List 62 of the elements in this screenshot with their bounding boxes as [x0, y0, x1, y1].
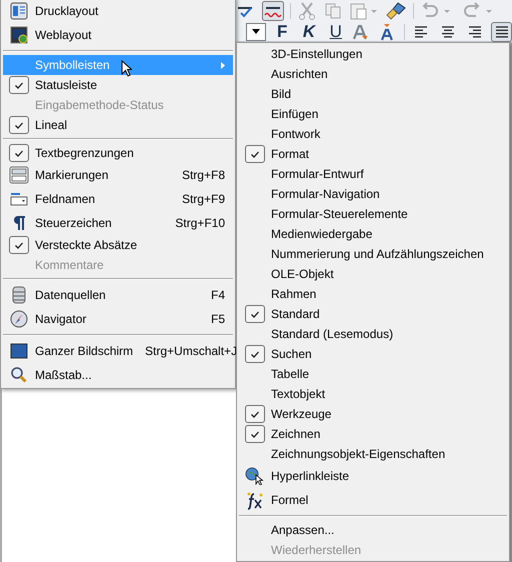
menu-item[interactable]: Steuerzeichen Strg+F10 [3, 211, 233, 235]
menu-item[interactable]: 3D-Einstellungen [239, 44, 507, 64]
format-button[interactable]: F [272, 22, 293, 42]
format-button[interactable]: K [298, 22, 320, 42]
menu-item[interactable]: Ausrichten [239, 64, 507, 84]
shortcut-text: F4 [210, 288, 225, 302]
menu-item[interactable]: Format [239, 144, 507, 164]
menu-item[interactable]: Maßstab... [3, 363, 233, 387]
shortcut-text: Strg+F8 [182, 168, 225, 182]
menu-item[interactable]: Hyperlinkleiste [239, 464, 507, 488]
menu-item[interactable]: Standard [239, 304, 507, 324]
shortcut-text: Strg+F9 [182, 192, 225, 206]
menu-item[interactable]: Fontwork [239, 124, 507, 144]
page-layout-icon [10, 2, 28, 20]
markings-icon [9, 166, 29, 184]
menu-item[interactable]: Zeichnen [239, 424, 507, 444]
menu-item[interactable]: Formular-Entwurf [239, 164, 507, 184]
menu-item[interactable]: Formular-Navigation [239, 184, 507, 204]
menu-item[interactable]: Bild [239, 84, 507, 104]
menu-item[interactable]: Tabelle [239, 364, 507, 384]
field-icon [10, 192, 28, 206]
auto-spellcheck-icon[interactable] [262, 0, 284, 20]
menu-item[interactable]: Einfügen [239, 104, 507, 124]
menu-item[interactable]: Formel [239, 488, 507, 512]
menu-item[interactable]: Drucklayout [3, 0, 233, 23]
menu-item[interactable]: Textobjekt [239, 384, 507, 404]
shortcut-text: Strg+F10 [175, 216, 225, 230]
menu-item[interactable]: Rahmen [239, 284, 507, 304]
align-justify-button[interactable] [491, 22, 512, 42]
format-button[interactable]: U [325, 22, 346, 42]
menu-item[interactable]: Nummerierung und Aufzählungszeichen [239, 244, 507, 264]
formula-icon [245, 490, 265, 510]
menu-item[interactable]: Versteckte Absätze [3, 235, 233, 255]
shortcut-text: F5 [210, 312, 225, 326]
zoom-icon [10, 366, 28, 384]
menu-item[interactable]: Zeichnungsobjekt-Eigenschaften [239, 444, 507, 464]
shortcut-text: Strg+Umschalt+J [145, 344, 238, 358]
dropdown-button[interactable] [246, 22, 266, 40]
screen-icon [10, 343, 28, 359]
database-icon [11, 286, 27, 304]
menu-item[interactable]: Navigator F5 [3, 307, 233, 331]
menu-item[interactable]: Statusleiste [3, 75, 233, 95]
globe-pointer-icon [245, 467, 265, 485]
menu-item[interactable]: Formular-Steuerelemente [239, 204, 507, 224]
menu-item[interactable]: Standard (Lesemodus) [239, 324, 507, 344]
caret-icon [252, 29, 260, 34]
formatting-marks-icon [12, 215, 26, 231]
mouse-pointer-icon [121, 60, 132, 77]
menu-item[interactable]: Markierungen Strg+F8 [3, 163, 233, 187]
compass-icon [10, 310, 28, 328]
menu-item[interactable]: Medienwiedergabe [239, 224, 507, 244]
menu-item[interactable]: Lineal [3, 115, 233, 135]
menu-item[interactable]: Weblayout [3, 23, 233, 47]
menu-item[interactable]: Anpassen... [239, 520, 507, 540]
menu-item[interactable]: Datenquellen F4 [3, 283, 233, 307]
menu-item[interactable]: OLE-Objekt [239, 264, 507, 284]
paintbrush-icon[interactable] [385, 0, 407, 20]
menu-item[interactable]: Werkzeuge [239, 404, 507, 424]
web-page-icon [10, 26, 28, 44]
menu-item[interactable]: Feldnamen Strg+F9 [3, 187, 233, 211]
menu-item[interactable]: Textbegrenzungen [3, 143, 233, 163]
menu-item[interactable]: Suchen [239, 344, 507, 364]
